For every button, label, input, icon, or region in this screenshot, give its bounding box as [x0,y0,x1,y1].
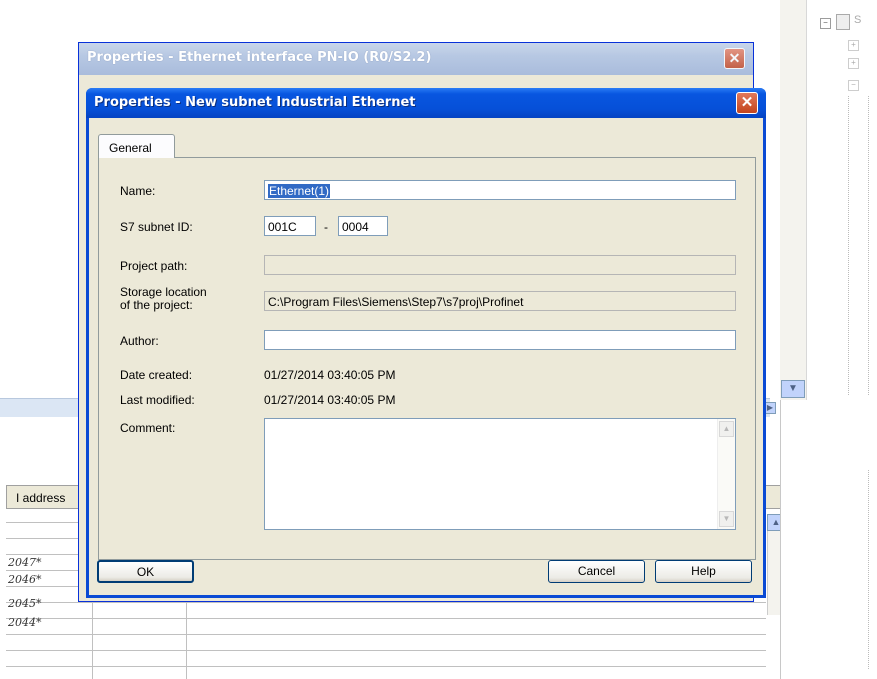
station-icon [836,14,850,30]
subnet-id-separator: - [324,220,328,234]
dialog-title: Properties - New subnet Industrial Ether… [94,95,416,110]
tree-collapse-icon[interactable]: − [820,18,831,29]
table-cell-address: 2044* [8,616,42,629]
name-field-value: Ethernet(1) [268,184,331,198]
subnet-properties-dialog: Properties - New subnet Industrial Ether… [86,88,766,598]
date-created-value: 01/27/2014 03:40:05 PM [264,368,396,382]
ok-button[interactable]: OK [97,560,194,583]
name-field[interactable]: Ethernet(1) [264,180,736,200]
storage-location-label-line2: of the project: [120,298,193,312]
tree-expand-icon[interactable]: + [848,58,859,69]
author-label: Author: [120,334,159,348]
name-label: Name: [120,184,156,198]
last-modified-label: Last modified: [120,393,195,407]
chevron-down-icon[interactable]: ▼ [719,511,734,527]
table-row [6,651,766,667]
subnet-id-field-1[interactable]: 001C [264,216,316,236]
tree-guide-line [868,96,869,396]
back-dialog-titlebar[interactable]: Properties - Ethernet interface PN-IO (R… [79,43,753,75]
storage-location-field: C:\Program Files\Siemens\Step7\s7proj\Pr… [264,291,736,311]
chevron-up-icon[interactable]: ▲ [719,421,734,437]
table-row [6,619,766,635]
date-created-label: Date created: [120,368,193,382]
subnet-id-field-2[interactable]: 0004 [338,216,388,236]
project-path-label: Project path: [120,259,188,273]
dialog-titlebar[interactable]: Properties - New subnet Industrial Ether… [86,88,766,118]
cancel-button[interactable]: Cancel [548,560,645,583]
author-field[interactable] [264,330,736,350]
close-icon[interactable]: ✕ [736,92,758,114]
table-row [6,635,766,651]
tree-collapse-icon[interactable]: − [848,80,859,91]
comment-scrollbar[interactable]: ▲ ▼ [717,419,735,529]
comment-textarea[interactable]: ▲ ▼ [264,418,736,530]
tree-item-label[interactable]: S [854,14,861,26]
dialog-body: General Name: Ethernet(1) S7 subnet ID: … [89,118,763,595]
close-icon[interactable]: ✕ [724,48,745,69]
tree-guide-line [868,470,869,670]
comment-label: Comment: [120,421,176,435]
table-row [6,603,766,619]
last-modified-value: 01/27/2014 03:40:05 PM [264,393,396,407]
help-button[interactable]: Help [655,560,752,583]
storage-location-label-line1: Storage location [120,285,207,299]
tree-guide-line [848,96,849,396]
back-dialog-title: Properties - Ethernet interface PN-IO (R… [87,50,432,65]
tree-expand-icon[interactable]: + [848,40,859,51]
scroll-down-icon[interactable]: ▼ [781,380,805,398]
project-path-field [264,255,736,275]
tab-general[interactable]: General [98,134,175,158]
right-panel-scrollbar[interactable] [780,0,807,400]
subnet-id-label: S7 subnet ID: [120,220,193,234]
